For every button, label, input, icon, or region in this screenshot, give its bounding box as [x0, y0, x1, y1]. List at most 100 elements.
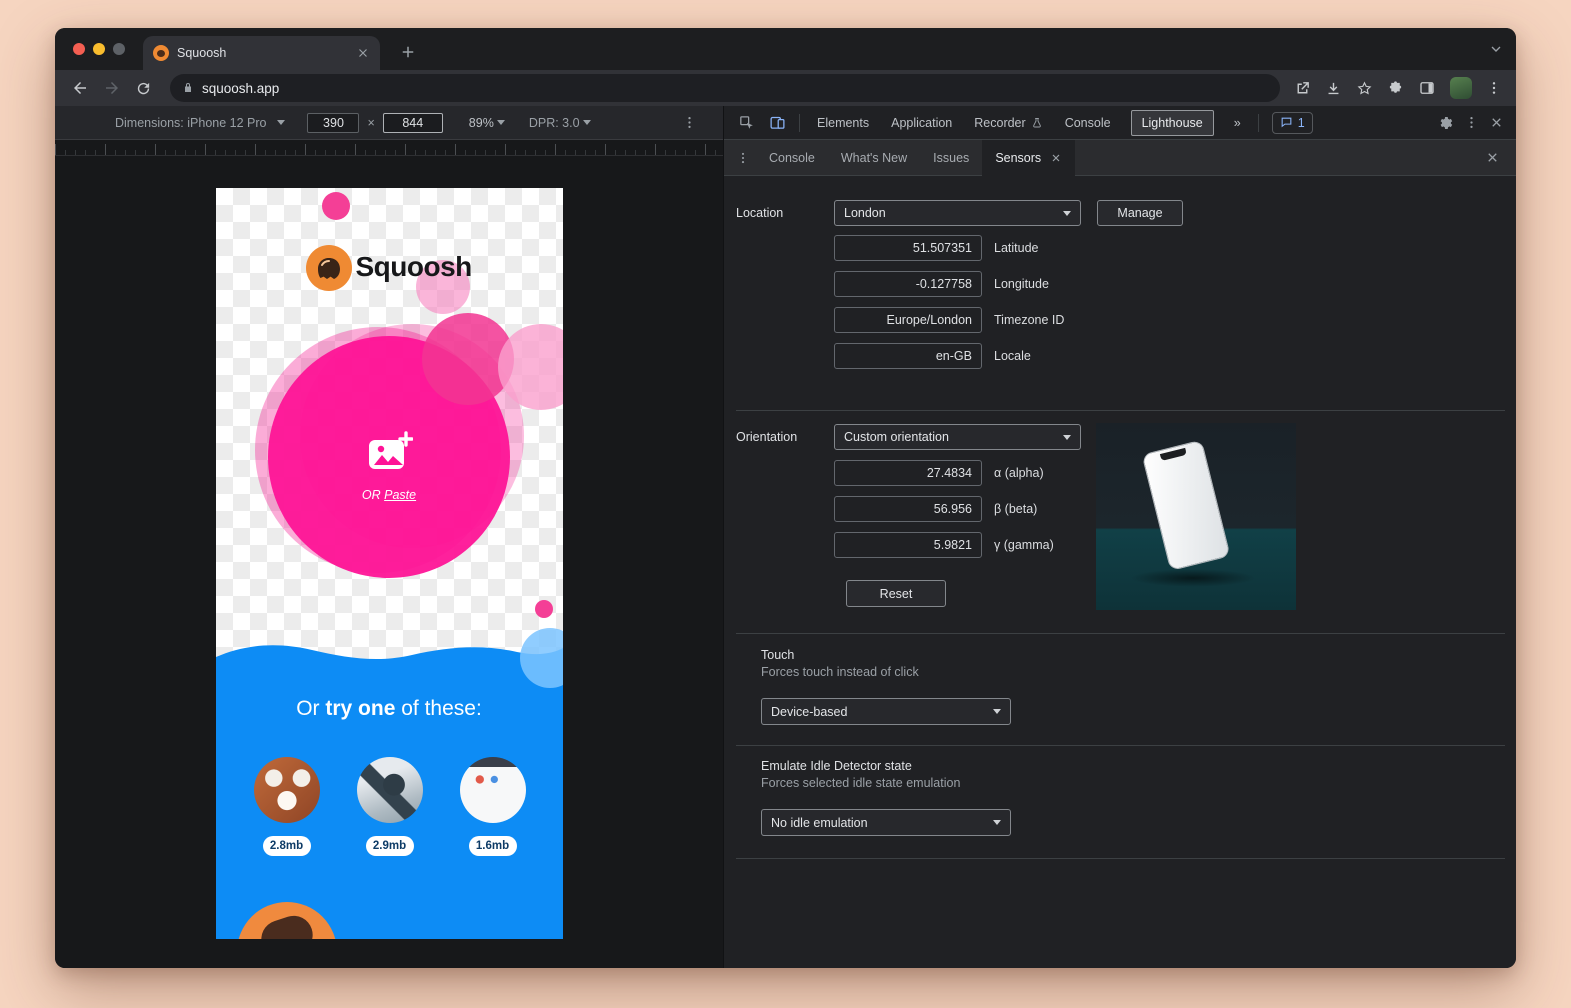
macos-close-icon[interactable] [73, 43, 85, 55]
tab-elements[interactable]: Elements [807, 106, 879, 140]
pink-dot-small [535, 600, 553, 618]
bookmark-star-icon[interactable] [1356, 80, 1373, 97]
location-label: Location [736, 200, 783, 226]
devtools-pane: Elements Application Recorder Console Li… [723, 106, 1516, 968]
device-canvas: Squoosh [55, 156, 723, 968]
squoosh-logo-icon [306, 245, 352, 291]
tab-close-icon[interactable] [356, 46, 370, 60]
orientation-preview[interactable] [1096, 423, 1296, 610]
issues-counter[interactable]: 1 [1272, 112, 1313, 134]
demo-image-photographer[interactable] [357, 757, 423, 823]
devtools-drawer-bar: Console What's New Issues Sensors [724, 140, 1516, 176]
device-emulation-pane: Dimensions: iPhone 12 Pro × 89% DPR: 3.0 [55, 106, 723, 968]
macos-traffic-lights [73, 43, 125, 55]
longitude-label: Longitude [994, 271, 1049, 297]
idle-select[interactable]: No idle emulation [761, 809, 1011, 836]
drawer-tab-whats-new[interactable]: What's New [828, 140, 920, 176]
drawer-tab-sensors[interactable]: Sensors [982, 140, 1075, 176]
macos-minimize-icon[interactable] [93, 43, 105, 55]
chevron-down-icon [497, 120, 505, 125]
browser-toolbar: squoosh.app [55, 70, 1516, 106]
location-select[interactable]: London [834, 200, 1081, 226]
more-tabs-button[interactable]: » [1224, 106, 1251, 140]
browser-window: Squoosh squoosh.app [55, 28, 1516, 968]
inspect-element-icon[interactable] [732, 114, 761, 131]
device-toolbar-kebab-icon[interactable] [682, 115, 697, 130]
address-bar[interactable]: squoosh.app [170, 74, 1280, 102]
section-divider [736, 633, 1505, 634]
idle-description: Forces selected idle state emulation [761, 776, 960, 790]
dimensions-times-label: × [367, 116, 374, 130]
extensions-puzzle-icon[interactable] [1387, 80, 1404, 97]
back-icon[interactable] [67, 77, 93, 99]
lock-icon [182, 81, 194, 95]
macos-zoom-icon[interactable] [113, 43, 125, 55]
drawer-tab-issues[interactable]: Issues [920, 140, 982, 176]
chevron-down-icon [1063, 211, 1071, 216]
tab-recorder[interactable]: Recorder [964, 106, 1052, 140]
gamma-input[interactable] [834, 532, 982, 558]
phone-notch [1160, 448, 1187, 461]
devtools-settings-gear-icon[interactable] [1438, 115, 1454, 131]
longitude-input[interactable] [834, 271, 982, 297]
device-width-input[interactable] [307, 113, 359, 133]
add-photo-icon[interactable] [367, 431, 413, 473]
alpha-input[interactable] [834, 460, 982, 486]
section-divider [736, 858, 1505, 859]
chevron-down-icon [993, 709, 1001, 714]
url-text: squoosh.app [202, 81, 279, 96]
tab-strip: Squoosh [55, 28, 1516, 70]
touch-description: Forces touch instead of click [761, 665, 919, 679]
latitude-input[interactable] [834, 235, 982, 261]
locale-label: Locale [994, 343, 1031, 369]
devtools-tab-bar: Elements Application Recorder Console Li… [724, 106, 1516, 140]
new-tab-button[interactable] [395, 39, 421, 65]
squoosh-favicon-icon [153, 45, 169, 61]
experiment-flask-icon [1031, 117, 1043, 129]
reset-button[interactable]: Reset [846, 580, 946, 607]
device-dimensions-select[interactable]: Dimensions: iPhone 12 Pro [115, 116, 266, 130]
devtools-close-icon[interactable] [1489, 115, 1504, 130]
device-toolbar: Dimensions: iPhone 12 Pro × 89% DPR: 3.0 [55, 106, 723, 140]
browser-tab-squoosh[interactable]: Squoosh [143, 36, 380, 70]
orientation-select[interactable]: Custom orientation [834, 424, 1081, 450]
device-zoom-select[interactable]: 89% [469, 116, 505, 130]
squoosh-logo-text: Squoosh [356, 251, 472, 283]
tab-lighthouse[interactable]: Lighthouse [1131, 110, 1214, 136]
section-divider [736, 745, 1505, 746]
toggle-device-toolbar-icon[interactable] [763, 114, 792, 131]
devtools-menu-kebab-icon[interactable] [1464, 115, 1479, 130]
tab-console[interactable]: Console [1055, 106, 1121, 140]
locale-input[interactable] [834, 343, 982, 369]
close-icon [1050, 152, 1062, 164]
squoosh-page: Squoosh [216, 188, 563, 939]
drawer-close-icon[interactable] [1475, 150, 1510, 165]
touch-select[interactable]: Device-based [761, 698, 1011, 725]
demo-image-screenshot[interactable] [460, 757, 526, 823]
section-divider [736, 410, 1505, 411]
forward-icon[interactable] [99, 77, 125, 99]
side-panel-icon[interactable] [1418, 79, 1436, 97]
reload-icon[interactable] [131, 78, 156, 99]
divider [799, 114, 800, 132]
browser-menu-kebab-icon[interactable] [1486, 80, 1502, 96]
drawer-tab-console[interactable]: Console [756, 140, 828, 176]
manage-button[interactable]: Manage [1097, 200, 1183, 226]
install-icon[interactable] [1325, 80, 1342, 97]
demo-image-red-panda[interactable] [254, 757, 320, 823]
tab-application[interactable]: Application [881, 106, 962, 140]
demo-size-badge: 1.6mb [469, 836, 517, 856]
paste-link[interactable]: Paste [384, 488, 416, 502]
device-height-input[interactable] [383, 113, 443, 133]
drawer-kebab-icon[interactable] [730, 151, 756, 165]
sensors-panel: Location London Manage Latitude Longitud… [724, 176, 1516, 968]
tab-search-chevron-icon[interactable] [1488, 41, 1504, 57]
chevron-down-icon [583, 120, 591, 125]
timezone-input[interactable] [834, 307, 982, 333]
profile-avatar[interactable] [1450, 77, 1472, 99]
divider [1258, 114, 1259, 132]
share-icon[interactable] [1294, 80, 1311, 97]
device-dpr-select[interactable]: DPR: 3.0 [529, 116, 591, 130]
alpha-label: α (alpha) [994, 460, 1044, 486]
beta-input[interactable] [834, 496, 982, 522]
